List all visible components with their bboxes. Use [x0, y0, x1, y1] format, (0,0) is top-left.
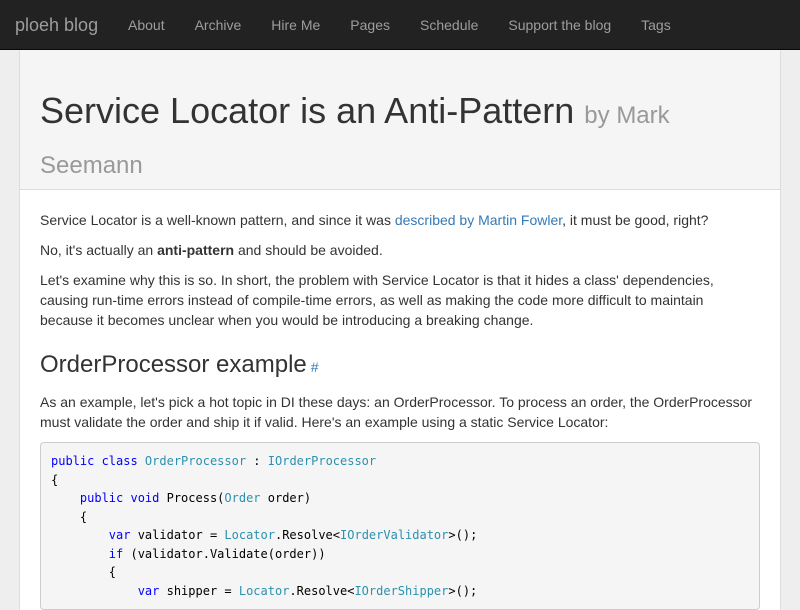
post-title: Service Locator is an Anti-Pattern by Ma…: [40, 88, 740, 188]
post-header: Service Locator is an Anti-Pattern by Ma…: [20, 50, 780, 190]
nav-list-item: Pages: [335, 0, 405, 50]
nav-schedule[interactable]: Schedule: [405, 0, 493, 50]
paragraph-anti-pattern: No, it's actually an anti-pattern and sh…: [40, 240, 760, 260]
code-token: Process(: [166, 491, 225, 505]
top-navbar: ploeh blog About Archive Hire Me Pages S…: [0, 0, 800, 50]
code-token: var: [51, 528, 138, 542]
code-token: IOrderProcessor: [267, 454, 377, 468]
nav-list-item: Archive: [180, 0, 257, 50]
nav-list-item: Hire Me: [256, 0, 335, 50]
nav-archive[interactable]: Archive: [180, 0, 257, 50]
code-token: IOrderValidator: [340, 528, 449, 542]
paragraph-example: As an example, let's pick a hot topic in…: [40, 394, 753, 430]
nav-hire-me[interactable]: Hire Me: [256, 0, 335, 50]
nav-tags[interactable]: Tags: [626, 0, 686, 50]
code-token: var: [51, 583, 167, 598]
code-token: {: [51, 472, 59, 487]
nav-list-item: Tags: [626, 0, 686, 50]
code-token: Order: [224, 491, 261, 505]
code-token: public class: [51, 454, 145, 468]
code-token: >();: [448, 528, 478, 542]
nav-about[interactable]: About: [113, 0, 180, 50]
nav-support-the-blog[interactable]: Support the blog: [493, 0, 626, 50]
code-token: validator =: [137, 528, 225, 542]
code-token: OrderProcessor: [144, 454, 247, 468]
nav-menu: About Archive Hire Me Pages Schedule Sup…: [113, 0, 686, 50]
nav-list-item: Schedule: [405, 0, 493, 50]
nav-list-item: Support the blog: [493, 0, 626, 50]
code-token: .Resolve<: [274, 528, 341, 542]
text-span: and should be avoided.: [234, 242, 383, 258]
strong-anti-pattern: anti-pattern: [157, 242, 235, 258]
code-token: >();: [448, 583, 478, 598]
code-token: IOrderShipper: [354, 583, 449, 598]
post-content: Service Locator is a well-known pattern,…: [40, 210, 760, 610]
martin-fowler-link[interactable]: described by Martin Fowler: [395, 212, 562, 228]
brand-link[interactable]: ploeh blog: [15, 0, 98, 50]
code-token: shipper =: [166, 583, 239, 598]
section-heading-text: OrderProcessor example: [40, 351, 307, 378]
nav-pages[interactable]: Pages: [335, 0, 405, 50]
text-span: , it must be good, right?: [562, 212, 709, 228]
section-heading: OrderProcessor example #: [40, 350, 760, 382]
code-token: Locator: [224, 528, 275, 542]
text-span: No, it's actually an: [40, 242, 158, 258]
code-token: (validator.Validate(order)): [130, 546, 326, 561]
code-token: .Resolve<: [289, 583, 355, 598]
text-span: Service Locator is a well-known pattern,…: [40, 212, 395, 228]
code-token: order): [260, 491, 312, 505]
code-token: :: [246, 454, 268, 468]
post-title-text: Service Locator is an Anti-Pattern: [40, 90, 575, 131]
paragraph-intro: Service Locator is a well-known pattern,…: [40, 210, 760, 230]
nav-list-item: About: [113, 0, 180, 50]
code-token: Locator: [238, 583, 290, 598]
section-anchor-link[interactable]: #: [311, 359, 319, 375]
code-token: {: [51, 565, 117, 579]
post-panel: Service Locator is an Anti-Pattern by Ma…: [19, 50, 781, 610]
code-token: {: [51, 509, 88, 524]
code-token: if: [51, 546, 131, 561]
code-block: public class OrderProcessor : IOrderProc…: [40, 442, 760, 610]
code-token: public void: [51, 491, 167, 505]
paragraph-examine: Let's examine why this is so. In short, …: [40, 272, 714, 328]
